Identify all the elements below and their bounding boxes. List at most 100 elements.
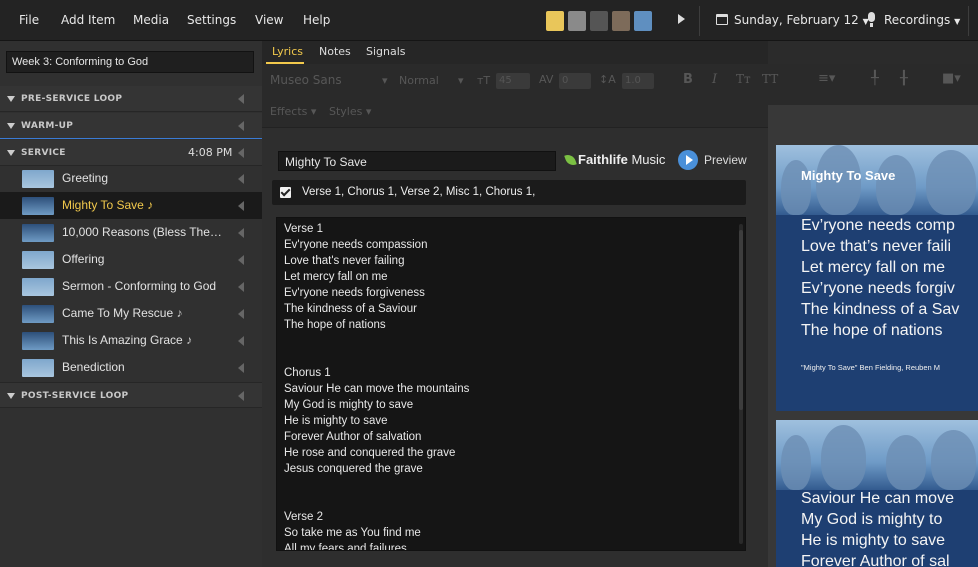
lyric-line[interactable]: All my fears and failures: [284, 543, 407, 550]
slide-line: Love that’s never faili: [801, 238, 952, 255]
collapse-triangle-icon[interactable]: [7, 123, 15, 129]
editor-tabs: Lyrics Notes Signals: [262, 41, 768, 64]
preview-button[interactable]: Preview: [704, 153, 747, 167]
avatar[interactable]: [590, 11, 608, 31]
bold-button[interactable]: B: [683, 72, 693, 87]
lyric-line[interactable]: Let mercy fall on me: [284, 271, 388, 283]
tab-lyrics[interactable]: Lyrics: [272, 45, 303, 58]
faithlife-music-logo[interactable]: Faithlife Music: [578, 152, 665, 167]
lyric-line[interactable]: He is mighty to save: [284, 415, 388, 427]
tab-notes[interactable]: Notes: [319, 45, 351, 58]
recordings-dropdown[interactable]: Recordings ▼: [884, 13, 960, 27]
list-item-benediction[interactable]: Benediction: [0, 354, 262, 381]
speaker-icon[interactable]: [238, 309, 244, 319]
lyric-line[interactable]: Jesus conquered the grave: [284, 463, 423, 475]
leading-icon: ↕A: [599, 73, 616, 86]
menu-help[interactable]: Help: [303, 13, 330, 27]
collapse-triangle-icon[interactable]: [7, 150, 15, 156]
speaker-icon[interactable]: [238, 363, 244, 373]
leading-input[interactable]: 1.0: [622, 73, 654, 89]
item-title: Offering: [62, 252, 105, 266]
lyric-line[interactable]: He rose and conquered the grave: [284, 447, 455, 459]
section-post-service-loop[interactable]: POST-SERVICE LOOP: [0, 382, 262, 408]
speaker-icon[interactable]: [238, 148, 244, 158]
collapse-triangle-icon[interactable]: [7, 96, 15, 102]
speaker-icon[interactable]: [238, 282, 244, 292]
font-weight-select[interactable]: Normal: [399, 74, 439, 87]
lyric-line[interactable]: Chorus 1: [284, 367, 331, 379]
speaker-icon[interactable]: [238, 228, 244, 238]
menu-add-item[interactable]: Add Item: [61, 13, 115, 27]
speaker-icon[interactable]: [238, 94, 244, 104]
font-size-input[interactable]: 45: [496, 73, 530, 89]
tab-signals[interactable]: Signals: [366, 45, 406, 58]
menu-media[interactable]: Media: [133, 13, 169, 27]
collapse-triangle-icon[interactable]: [7, 393, 15, 399]
list-item-came-to-my-rescue[interactable]: Came To My Rescue ♪: [0, 300, 262, 327]
section-service[interactable]: SERVICE 4:08 PM: [0, 140, 262, 166]
lyric-line[interactable]: The hope of nations: [284, 319, 386, 331]
section-warm-up[interactable]: WARM-UP: [0, 113, 262, 139]
arrangement-sequence[interactable]: Verse 1, Chorus 1, Verse 2, Misc 1, Chor…: [302, 186, 535, 198]
play-icon[interactable]: [678, 14, 685, 24]
avatar[interactable]: [612, 11, 630, 31]
chevron-down-icon[interactable]: ▾: [458, 74, 464, 87]
chevron-down-icon[interactable]: ▾: [382, 74, 388, 87]
list-item-offering[interactable]: Offering: [0, 246, 262, 273]
vertical-align-middle-icon[interactable]: ╂: [900, 71, 908, 86]
speaker-icon[interactable]: [238, 336, 244, 346]
plan-title[interactable]: Week 3: Conforming to God: [6, 51, 254, 73]
list-item-mighty-to-save[interactable]: Mighty To Save ♪: [0, 192, 262, 219]
lyric-line[interactable]: So take me as You find me: [284, 527, 421, 539]
color-swatch-icon[interactable]: ■▾: [942, 71, 961, 86]
speaker-icon[interactable]: [238, 174, 244, 184]
lyrics-textarea[interactable]: Verse 1 Ev'ryone needs compassion Love tha…: [276, 217, 746, 551]
styles-dropdown[interactable]: Styles ▾: [329, 105, 371, 118]
lyric-line[interactable]: Forever Author of salvation: [284, 431, 421, 443]
tracking-icon: AV: [539, 73, 554, 86]
slide-thumbnail[interactable]: Saviour He can move My God is mighty to He…: [776, 420, 978, 567]
avatar[interactable]: [568, 11, 586, 31]
service-sidebar: Week 3: Conforming to God PRE-SERVICE LO…: [0, 41, 262, 567]
lyric-line[interactable]: Ev'ryone needs compassion: [284, 239, 427, 251]
tracking-input[interactable]: 0: [559, 73, 591, 89]
font-family-select[interactable]: Museo Sans: [270, 73, 342, 87]
speaker-icon[interactable]: [238, 255, 244, 265]
speaker-icon[interactable]: [238, 391, 244, 401]
small-caps-button[interactable]: Tт: [736, 72, 751, 86]
vertical-align-top-icon[interactable]: ╀: [871, 71, 879, 86]
section-label: WARM-UP: [21, 121, 74, 131]
effects-dropdown[interactable]: Effects ▾: [270, 105, 316, 118]
arrangement-bar[interactable]: Verse 1, Chorus 1, Verse 2, Misc 1, Chor…: [272, 180, 746, 205]
date-selector[interactable]: Sunday, February 12 ▼: [734, 13, 869, 27]
speaker-icon[interactable]: [238, 121, 244, 131]
slide-thumbnail[interactable]: Mighty To Save Ev’ryone needs comp Love t…: [776, 145, 978, 411]
avatar[interactable]: [546, 11, 564, 31]
scrollbar-thumb[interactable]: [739, 230, 743, 410]
menu-file[interactable]: File: [19, 13, 39, 27]
lyric-line[interactable]: My God is mighty to save: [284, 399, 413, 411]
menu-view[interactable]: View: [255, 13, 283, 27]
align-icon[interactable]: ≡▾: [818, 71, 835, 86]
menu-settings[interactable]: Settings: [187, 13, 236, 27]
list-item-greeting[interactable]: Greeting: [0, 165, 262, 192]
lyric-line[interactable]: Verse 1: [284, 223, 323, 235]
slide-line: Saviour He can move: [801, 490, 954, 507]
lyric-line[interactable]: Verse 2: [284, 511, 323, 523]
list-item-10000-reasons[interactable]: 10,000 Reasons (Bless The…: [0, 219, 262, 246]
avatar[interactable]: [634, 11, 652, 31]
lyric-line[interactable]: Love that's never failing: [284, 255, 404, 267]
song-title-input[interactable]: Mighty To Save: [278, 151, 556, 171]
preview-play-icon[interactable]: [678, 150, 698, 170]
arrangement-checkbox[interactable]: [280, 187, 291, 198]
list-item-sermon[interactable]: Sermon - Conforming to God: [0, 273, 262, 300]
list-item-this-is-amazing-grace[interactable]: This Is Amazing Grace ♪: [0, 327, 262, 354]
italic-button[interactable]: I: [712, 72, 717, 87]
lyric-line[interactable]: Saviour He can move the mountains: [284, 383, 469, 395]
section-pre-service-loop[interactable]: PRE-SERVICE LOOP: [0, 86, 262, 112]
slide-line: Ev’ryone needs comp: [801, 217, 955, 234]
all-caps-button[interactable]: TT: [762, 72, 778, 86]
speaker-icon[interactable]: [238, 201, 244, 211]
lyric-line[interactable]: Ev'ryone needs forgiveness: [284, 287, 425, 299]
lyric-line[interactable]: The kindness of a Saviour: [284, 303, 417, 315]
